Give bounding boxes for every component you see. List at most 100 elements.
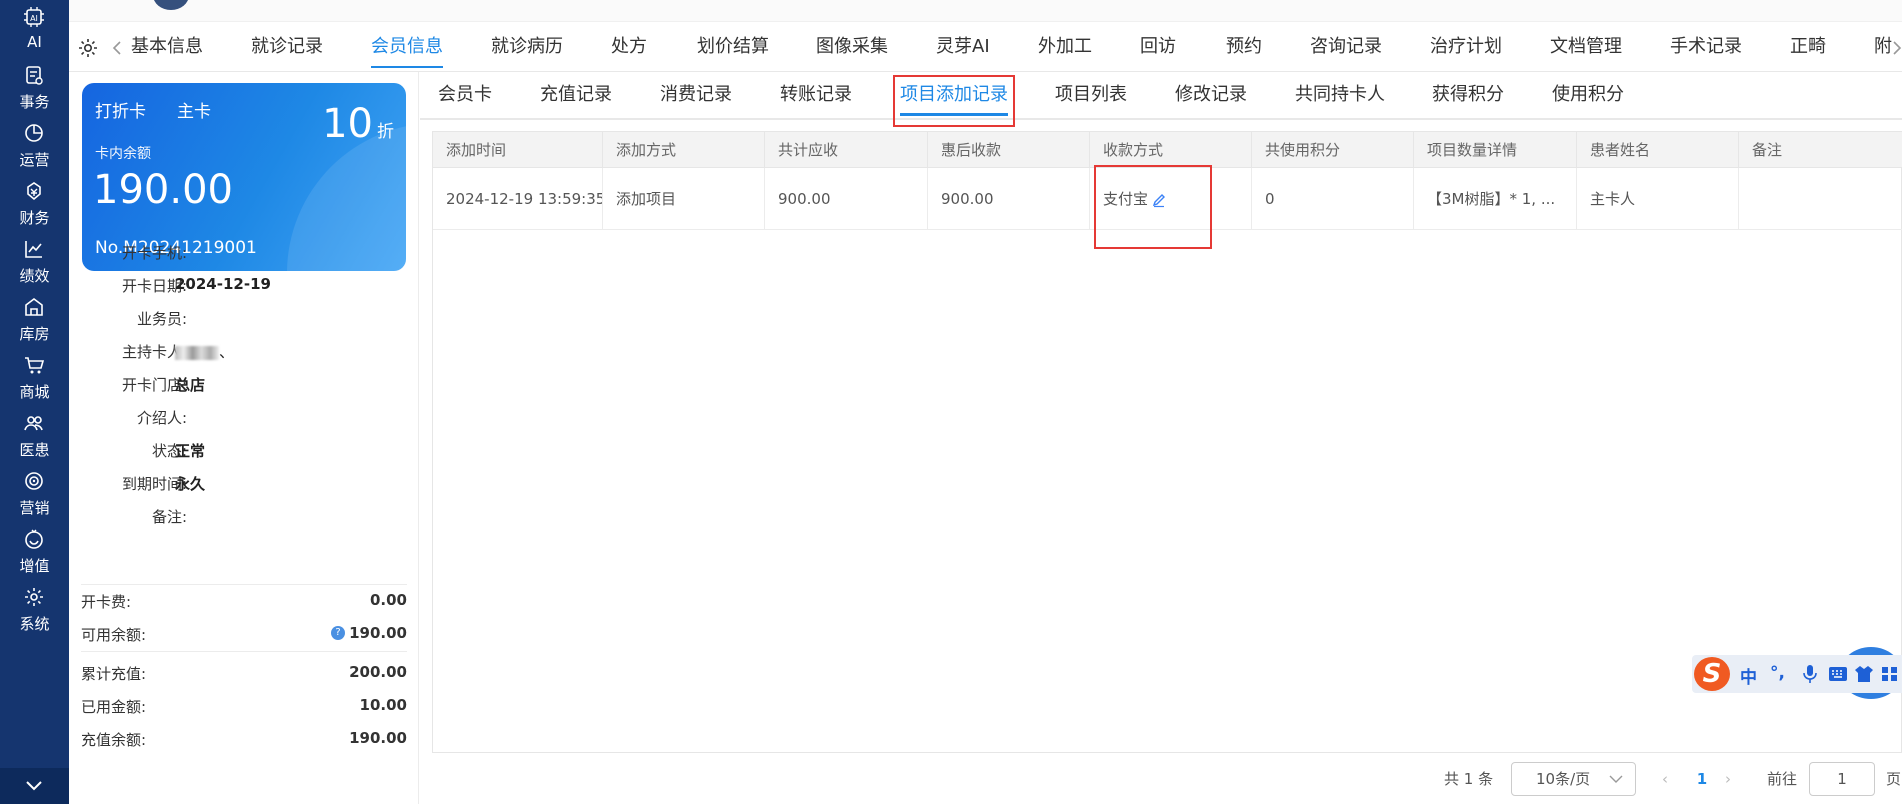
card-balance: 190.00 xyxy=(93,167,233,213)
trend-icon xyxy=(25,241,42,258)
column-header[interactable]: 备注 xyxy=(1739,132,1902,168)
rail-item-mall[interactable]: 商城 xyxy=(0,348,69,410)
info-row-salesperson: 业务员: xyxy=(69,304,349,330)
nav-tab-prescription[interactable]: 处方 xyxy=(611,22,647,72)
divider xyxy=(81,651,407,652)
subtab-recharge-records[interactable]: 充值记录 xyxy=(540,72,612,118)
rail-item-value-added[interactable]: 增值 xyxy=(0,522,69,584)
nav-tab-billing[interactable]: 划价结算 xyxy=(697,22,769,72)
pagination-total: 共 1 条 xyxy=(1444,770,1494,788)
rail-item-performance[interactable]: 绩效 xyxy=(0,232,69,294)
column-header[interactable]: 患者姓名 xyxy=(1577,132,1739,168)
avatar[interactable] xyxy=(153,0,189,10)
page-number-current[interactable]: 1 xyxy=(1692,762,1712,796)
page-size-select[interactable]: 10条/页 xyxy=(1511,762,1636,796)
stat-label: 开卡费: xyxy=(81,593,132,611)
nav-tab-follow-up[interactable]: 回访 xyxy=(1140,22,1176,72)
info-row-card-holder: 主持卡人: 、 xyxy=(69,337,349,363)
left-rail: AI AI 事务 运营 财务 绩效 库房 商城 医患 营销 增值 系统 xyxy=(0,0,69,804)
column-header[interactable]: 添加方式 xyxy=(603,132,765,168)
nav-tab-orthodontics[interactable]: 正畸 xyxy=(1790,22,1826,72)
cell-add-time: 2024-12-19 13:59:35 xyxy=(433,168,603,230)
rail-collapse-button[interactable] xyxy=(0,768,69,804)
microphone-icon[interactable] xyxy=(1802,664,1818,684)
info-label: 备注: xyxy=(151,508,187,526)
column-header[interactable]: 添加时间 xyxy=(433,132,603,168)
subtab-item-add-records[interactable]: 项目添加记录 xyxy=(900,72,1008,118)
help-icon[interactable]: ? xyxy=(331,626,345,640)
edit-pencil-icon[interactable] xyxy=(1151,192,1167,208)
stat-row-recharge-balance: 充值余额: 190.00 xyxy=(81,725,407,751)
subtab-transfer-records[interactable]: 转账记录 xyxy=(780,72,852,118)
main-nav: 基本信息 就诊记录 会员信息 就诊病历 处方 划价结算 图像采集 灵芽AI 外加… xyxy=(69,22,1902,72)
ime-lang-toggle[interactable]: 中 xyxy=(1740,663,1757,688)
nav-tab-outsourcing[interactable]: 外加工 xyxy=(1038,22,1092,72)
nav-tab-documents[interactable]: 文档管理 xyxy=(1550,22,1622,72)
chevron-left-icon[interactable] xyxy=(112,41,122,55)
rail-item-tasks[interactable]: 事务 xyxy=(0,58,69,120)
rail-item-warehouse[interactable]: 库房 xyxy=(0,290,69,352)
subtab-member-card[interactable]: 会员卡 xyxy=(438,72,492,118)
next-page-button[interactable]: › xyxy=(1725,762,1739,796)
cell-points-used: 0 xyxy=(1252,168,1414,230)
info-value: 正常 xyxy=(175,442,206,460)
column-header[interactable]: 收款方式 xyxy=(1090,132,1252,168)
grid-menu-icon[interactable] xyxy=(1880,665,1900,683)
rail-item-operations[interactable]: 运营 xyxy=(0,116,69,178)
prev-page-button[interactable]: ‹ xyxy=(1662,762,1676,796)
info-row-store: 开卡门店: 总店 xyxy=(69,370,349,396)
keyboard-icon[interactable] xyxy=(1828,665,1848,683)
card-discount: 10 折 xyxy=(322,101,394,147)
rail-item-system[interactable]: 系统 xyxy=(0,580,69,642)
nav-tab-attachments[interactable]: 附 xyxy=(1874,22,1892,72)
nav-tab-consult-records[interactable]: 咨询记录 xyxy=(1310,22,1382,72)
nav-tab-medical-records[interactable]: 就诊病历 xyxy=(491,22,563,72)
rail-label: 绩效 xyxy=(19,267,50,285)
rail-label: 商城 xyxy=(19,383,50,401)
rail-item-ai[interactable]: AI AI xyxy=(0,0,69,62)
rail-label: 运营 xyxy=(19,151,50,169)
nav-tab-surgery-records[interactable]: 手术记录 xyxy=(1670,22,1742,72)
top-strip xyxy=(69,0,1902,22)
cell-patient-name: 主卡人 xyxy=(1577,168,1739,230)
info-value-holder: 、 xyxy=(175,341,234,362)
rail-item-finance[interactable]: 财务 xyxy=(0,174,69,236)
nav-tab-lingya-ai[interactable]: 灵芽AI xyxy=(936,22,990,72)
table-row[interactable]: 2024-12-19 13:59:35 添加项目 900.00 900.00 支… xyxy=(433,168,1902,230)
page-suffix-label: 页 xyxy=(1886,770,1902,788)
subtab-earned-points[interactable]: 获得积分 xyxy=(1432,72,1504,118)
subtab-modify-records[interactable]: 修改记录 xyxy=(1175,72,1247,118)
column-header[interactable]: 惠后收款 xyxy=(928,132,1090,168)
ime-toolbar[interactable]: S 中 °, xyxy=(1692,655,1902,693)
stat-value: 190.00 xyxy=(349,624,407,642)
holder-suffix: 、 xyxy=(219,343,235,361)
column-header[interactable]: 项目数量详情 xyxy=(1414,132,1577,168)
nav-tab-image-capture[interactable]: 图像采集 xyxy=(816,22,888,72)
subtab-consumption-records[interactable]: 消费记录 xyxy=(660,72,732,118)
info-label: 介绍人: xyxy=(136,409,187,427)
subtab-co-holders[interactable]: 共同持卡人 xyxy=(1295,72,1385,118)
sub-nav: 会员卡 充值记录 消费记录 转账记录 项目添加记录 项目列表 修改记录 共同持卡… xyxy=(420,72,1902,120)
info-value: 永久 xyxy=(175,475,206,493)
info-row-phone: 开卡手机: xyxy=(69,238,349,264)
subtab-item-list[interactable]: 项目列表 xyxy=(1055,72,1127,118)
info-label: 开卡手机: xyxy=(121,244,187,262)
ime-punct-toggle[interactable]: °, xyxy=(1770,663,1785,683)
smile-icon xyxy=(25,529,43,549)
column-header[interactable]: 共使用积分 xyxy=(1252,132,1414,168)
nav-tab-member-info[interactable]: 会员信息 xyxy=(371,22,443,72)
column-header[interactable]: 共计应收 xyxy=(765,132,928,168)
nav-tab-visit-records[interactable]: 就诊记录 xyxy=(251,22,323,72)
warehouse-icon xyxy=(25,298,43,316)
skin-shirt-icon[interactable] xyxy=(1854,664,1874,684)
subtab-used-points[interactable]: 使用积分 xyxy=(1552,72,1624,118)
nav-tab-appointment[interactable]: 预约 xyxy=(1226,22,1262,72)
goto-page-input[interactable]: 1 xyxy=(1809,762,1875,796)
nav-tab-basic-info[interactable]: 基本信息 xyxy=(131,22,203,72)
rail-item-patients[interactable]: 医患 xyxy=(0,406,69,468)
settings-gear-icon[interactable] xyxy=(77,37,99,59)
rail-item-marketing[interactable]: 营销 xyxy=(0,464,69,526)
people-icon xyxy=(24,416,43,431)
chevron-right-icon[interactable] xyxy=(1892,41,1902,55)
nav-tab-treatment-plan[interactable]: 治疗计划 xyxy=(1430,22,1502,72)
